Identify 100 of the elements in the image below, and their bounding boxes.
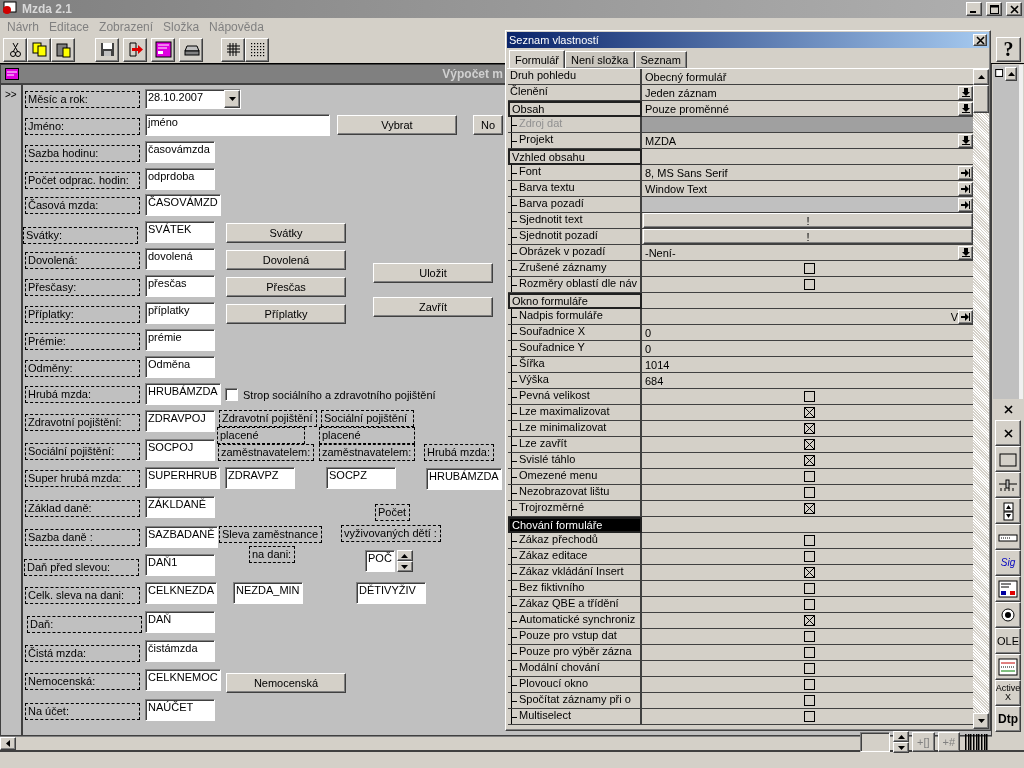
property-label[interactable]: Zákaz editace (508, 549, 642, 565)
text-field[interactable]: NAÚČET (145, 699, 215, 721)
spin-down-button[interactable] (893, 742, 909, 753)
text-field[interactable]: Odměna (145, 356, 215, 378)
checkbox[interactable] (803, 487, 815, 498)
form-button[interactable]: Příplatky (226, 304, 346, 324)
text-field[interactable]: HRUBÁMZDA (426, 468, 502, 490)
text-field[interactable]: ČASOVÁMZD (145, 194, 221, 216)
scroll-left-button[interactable] (0, 737, 16, 750)
checkbox[interactable] (803, 567, 815, 578)
spin-up-button[interactable] (396, 550, 413, 561)
text-field[interactable]: SAZBADANĚ (145, 526, 218, 548)
toolbar-button[interactable] (27, 37, 51, 62)
palette-button[interactable] (995, 602, 1021, 628)
property-label[interactable]: Pevná velikost (508, 389, 642, 405)
text-field[interactable]: SOCPZ (326, 467, 396, 489)
property-label[interactable]: Lze maximalizovat (508, 405, 642, 421)
toolbar-button[interactable] (221, 37, 245, 62)
dropdown-button[interactable] (958, 133, 973, 148)
property-label[interactable]: Plovoucí okno (508, 677, 642, 693)
checkbox[interactable] (803, 615, 815, 626)
property-label[interactable]: Lze zavřít (508, 437, 642, 453)
property-label[interactable]: Pouze pro výběr zázna (508, 645, 642, 661)
checkbox[interactable] (803, 679, 815, 690)
text-field[interactable]: ZÁKLDANĚ (145, 496, 215, 518)
group-header[interactable]: Okno formuláře (508, 293, 642, 309)
checkbox[interactable] (803, 503, 815, 514)
property-label[interactable]: Zrušené záznamy (508, 261, 642, 277)
minimize-button[interactable] (966, 2, 982, 16)
property-label[interactable]: Pouze pro vstup dat (508, 629, 642, 645)
checkbox[interactable] (803, 423, 815, 434)
text-field[interactable]: DAŇ1 (145, 554, 215, 576)
checkbox[interactable] (803, 263, 815, 274)
checkbox[interactable] (803, 695, 815, 706)
text-field[interactable]: DĚTIVYŽIV (356, 582, 426, 604)
spin-up-button[interactable] (893, 731, 909, 742)
property-label[interactable]: Výška (508, 373, 642, 389)
text-field[interactable]: časovámzda (145, 141, 215, 163)
property-label[interactable]: Zákaz přechodů (508, 533, 642, 549)
apply-button[interactable]: ! (643, 229, 973, 244)
form-button[interactable]: Přesčas (226, 277, 346, 297)
property-label[interactable]: Font (508, 165, 642, 181)
palette-button[interactable] (995, 654, 1021, 680)
help-button[interactable]: ? (996, 37, 1021, 62)
property-label[interactable]: Obrázek v pozadí (508, 245, 642, 261)
property-label[interactable]: Nadpis formuláře (508, 309, 642, 325)
checkbox[interactable] (803, 407, 815, 418)
text-field[interactable]: CELKNEMOC (145, 669, 221, 691)
checkbox[interactable] (803, 535, 815, 546)
property-label[interactable]: Sjednotit text (508, 213, 642, 229)
apply-button[interactable]: ! (643, 213, 973, 228)
text-field[interactable]: SOCPOJ (145, 439, 215, 461)
property-label[interactable]: Zákaz vkládání Insert (508, 565, 642, 581)
group-header[interactable]: Obsah (508, 101, 642, 117)
text-field[interactable]: dovolená (145, 248, 215, 270)
scroll-up-button[interactable] (973, 69, 989, 85)
close-tool-button[interactable] (995, 420, 1021, 446)
tab[interactable]: Seznam (634, 51, 687, 68)
palette-button[interactable] (995, 498, 1021, 524)
form-button[interactable]: Uložit (373, 263, 493, 283)
property-label[interactable]: Rozměry oblastí dle náv (508, 277, 642, 293)
property-label[interactable]: Projekt (508, 133, 642, 149)
text-field[interactable]: DAŇ (145, 611, 215, 633)
property-label[interactable]: Zákaz QBE a třídění (508, 597, 642, 613)
toolbar-button[interactable] (3, 37, 27, 62)
text-field[interactable]: přesčas (145, 275, 215, 297)
checkbox[interactable] (803, 551, 815, 562)
text-field[interactable]: CELKNEZDA (145, 582, 218, 604)
toolbar-button[interactable] (245, 37, 269, 62)
text-field[interactable]: čistámzda (145, 640, 215, 662)
toolbar-button[interactable] (51, 37, 75, 62)
property-label[interactable]: Lze minimalizovat (508, 421, 642, 437)
ole-button[interactable]: OLE (995, 628, 1021, 654)
checkbox[interactable] (803, 279, 815, 290)
signature-button[interactable]: Sig (995, 550, 1021, 576)
palette-button[interactable] (995, 472, 1021, 498)
text-field[interactable]: SUPERHRUB (145, 467, 221, 489)
text-field[interactable]: ZDRAVPOJ (145, 410, 215, 432)
palette-button[interactable] (995, 524, 1021, 550)
scroll-thumb[interactable] (973, 85, 989, 113)
date-dropdown[interactable]: 28.10.2007 (145, 89, 241, 109)
property-label[interactable]: Omezené menu (508, 469, 642, 485)
property-label[interactable]: Svislé táhlo (508, 453, 642, 469)
property-label[interactable]: Souřadnice X (508, 325, 642, 341)
spin-down-button[interactable] (396, 561, 413, 572)
checkbox[interactable] (225, 388, 238, 401)
form-button[interactable]: Dovolená (226, 250, 346, 270)
property-label[interactable]: Souřadnice Y (508, 341, 642, 357)
maximize-button[interactable] (986, 2, 1002, 16)
toolbar-button[interactable] (151, 37, 175, 62)
dropdown-button[interactable] (958, 101, 973, 116)
form-button[interactable]: Nemocenská (226, 673, 346, 693)
picker-button[interactable] (958, 181, 973, 196)
picker-button[interactable] (958, 197, 973, 212)
text-field[interactable]: jméno (145, 114, 330, 136)
form-button[interactable]: Vybrat (337, 115, 457, 135)
form-button[interactable]: Zavřít (373, 297, 493, 317)
dropdown-button[interactable] (958, 85, 973, 100)
toolbar-button[interactable] (179, 37, 203, 62)
property-label[interactable]: Modální chování (508, 661, 642, 677)
